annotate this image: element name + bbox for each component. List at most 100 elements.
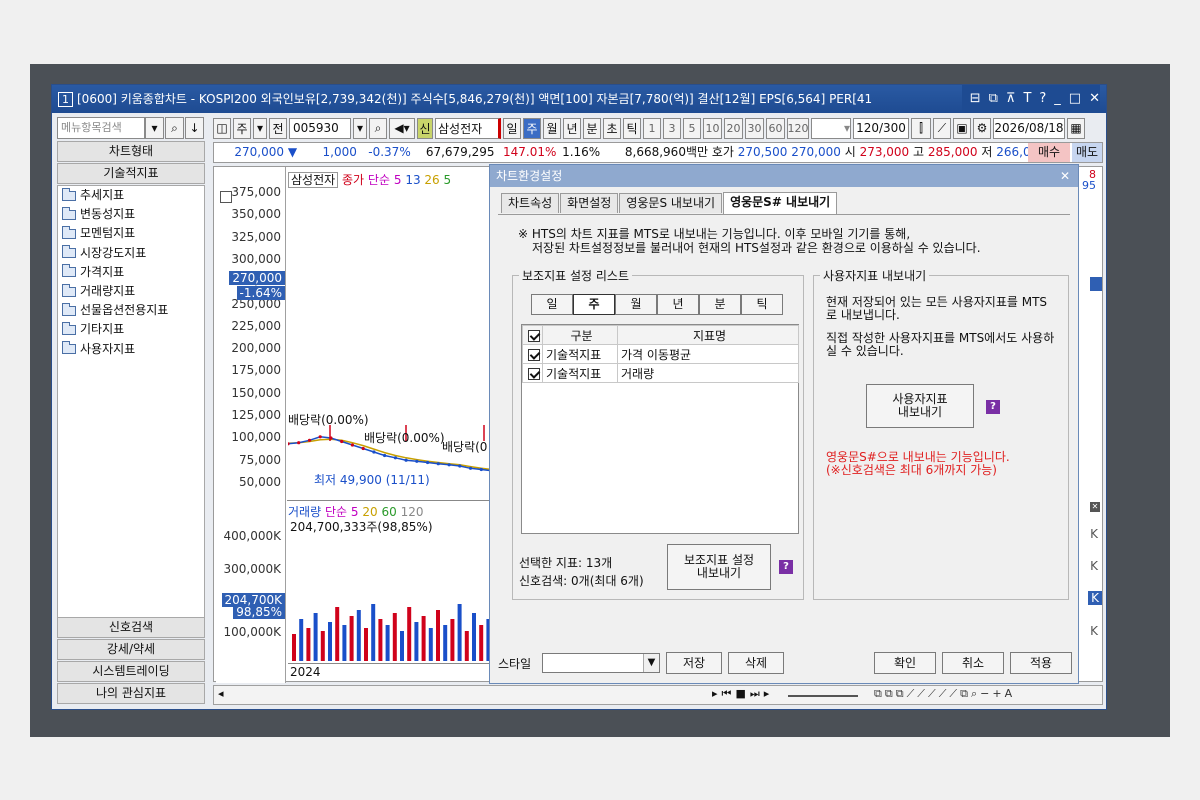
tab-export-s-sharp[interactable]: 영웅문S# 내보내기 [723, 192, 838, 214]
buy-button[interactable]: 매수 [1028, 143, 1070, 162]
menu-search-input[interactable]: 메뉴항목검색 [57, 117, 145, 139]
gear-icon[interactable]: ⚙ [973, 117, 991, 139]
tree-item[interactable]: 시장강도지표 [58, 244, 204, 263]
count-select[interactable]: ▾ [811, 117, 851, 139]
sell-button[interactable]: 매도 [1072, 143, 1102, 162]
zoom-slider[interactable] [788, 695, 858, 697]
num-5[interactable]: 5 [683, 117, 701, 139]
tech-indicator-header[interactable]: 기술적지표 [57, 163, 205, 184]
tool-icon[interactable]: ⧉ [885, 687, 893, 701]
tab-chart-props[interactable]: 차트속성 [501, 193, 560, 213]
text-size-icon[interactable]: A [1005, 687, 1013, 701]
stock-code-input[interactable]: 005930 [289, 117, 351, 139]
ok-button[interactable]: 확인 [874, 652, 936, 674]
list-period-minute[interactable]: 분 [699, 294, 741, 315]
cancel-button[interactable]: 취소 [942, 652, 1004, 674]
my-indicator-button[interactable]: 나의 관심지표 [57, 683, 205, 704]
num-120[interactable]: 120 [787, 117, 809, 139]
delete-button[interactable]: 삭제 [728, 652, 784, 674]
dropdown-icon[interactable]: ▾ [145, 117, 164, 139]
num-10[interactable]: 10 [703, 117, 722, 139]
tab-jeon[interactable]: 전 [269, 117, 287, 139]
table-row[interactable]: 기술적지표 가격 이동평균 [522, 344, 799, 364]
minus-icon[interactable]: − [980, 687, 989, 701]
calendar-icon[interactable]: ▦ [1067, 117, 1085, 139]
list-period-year[interactable]: 년 [657, 294, 699, 315]
list-period-month[interactable]: 월 [615, 294, 657, 315]
tree-item[interactable]: 거래량지표 [58, 282, 204, 301]
period-day[interactable]: 일 [503, 117, 521, 139]
text-icon[interactable]: T [1023, 85, 1031, 113]
tree-item[interactable]: 기타지표 [58, 320, 204, 339]
legend-stock[interactable]: 삼성전자 [288, 172, 339, 188]
tab-screen[interactable]: 화면설정 [560, 193, 619, 213]
layout-icon[interactable]: ◫ [213, 117, 231, 139]
list-period-week[interactable]: 주 [573, 294, 615, 315]
chart-type-header[interactable]: 차트형태 [57, 141, 205, 162]
download-icon[interactable]: ↓ [185, 117, 204, 139]
chart-scroll-bar[interactable]: ◂ ▸ ⏮ ■ ⏭ ▸ ⧉ ⧉ ⧉ ⟋ ⟋ ⟋ ⟋ ⟋ ⧉ ⌕ − + A [213, 685, 1103, 705]
tool-icon[interactable]: ⟋ [928, 687, 936, 701]
list-period-day[interactable]: 일 [531, 294, 573, 315]
period-minute[interactable]: 분 [583, 117, 601, 139]
save-icon[interactable]: ▣ [953, 117, 971, 139]
signal-search-button[interactable]: 신호검색 [57, 617, 205, 638]
chevron-down-icon[interactable]: ▾ [353, 117, 367, 139]
close-pane-icon[interactable]: ✕ [1090, 502, 1100, 512]
tree-item[interactable]: 선물옵션전용지표 [58, 301, 204, 320]
chevron-down-icon[interactable]: ▾ [253, 117, 267, 139]
tool-icon[interactable]: ⧉ [960, 687, 968, 701]
volume-plot[interactable] [288, 597, 492, 661]
system-trading-button[interactable]: 시스템트레이딩 [57, 661, 205, 682]
row-check[interactable] [522, 363, 543, 383]
list-period-tick[interactable]: 틱 [741, 294, 783, 315]
checkbox[interactable] [528, 367, 540, 380]
next-icon[interactable]: ▸ [764, 687, 770, 701]
search-icon[interactable]: ⌕ [165, 117, 184, 139]
stock-name[interactable]: 삼성전자 [435, 117, 501, 139]
period-month[interactable]: 월 [543, 117, 561, 139]
line-icon[interactable]: ⟋ [933, 117, 951, 139]
tool-icon[interactable]: ⟋ [949, 687, 957, 701]
date-field[interactable]: 2026/08/18 [993, 117, 1065, 139]
table-row[interactable]: 기술적지표 거래량 [522, 363, 799, 383]
num-60[interactable]: 60 [766, 117, 785, 139]
tree-item[interactable]: 변동성지표 [58, 205, 204, 224]
search-icon[interactable]: ⌕ [369, 117, 387, 139]
period-year[interactable]: 년 [563, 117, 581, 139]
tree-item[interactable]: 사용자지표 [58, 340, 204, 359]
plus-icon[interactable]: + [992, 687, 1001, 701]
rewind-icon[interactable]: ⏮ [722, 687, 732, 701]
num-3[interactable]: 3 [663, 117, 681, 139]
period-tick[interactable]: 틱 [623, 117, 641, 139]
tab-ju[interactable]: 주 [233, 117, 251, 139]
apply-button[interactable]: 적용 [1010, 652, 1072, 674]
checkbox[interactable] [528, 348, 540, 361]
layout-icon[interactable]: ⊟ [970, 85, 981, 113]
maximize-icon[interactable]: □ [1069, 85, 1081, 113]
checkbox[interactable] [528, 329, 540, 342]
tree-item[interactable]: 모멘텀지표 [58, 224, 204, 243]
help-icon[interactable]: ? [1039, 85, 1046, 113]
play-icon[interactable]: ▸ [712, 687, 718, 701]
tool-icon[interactable]: ⟋ [917, 687, 925, 701]
help-icon[interactable]: ? [779, 560, 793, 574]
tool-icon[interactable]: ⟋ [907, 687, 915, 701]
tool-icon[interactable]: ⟋ [939, 687, 947, 701]
export-indicator-button[interactable]: 보조지표 설정 내보내기 [667, 544, 771, 590]
tree-item[interactable]: 가격지표 [58, 263, 204, 282]
tool-icon[interactable]: ⧉ [874, 687, 882, 701]
save-button[interactable]: 저장 [666, 652, 722, 674]
speaker-icon[interactable]: ◀▾ [389, 117, 415, 139]
style-select[interactable]: ▼ [542, 653, 660, 673]
magnifier-icon[interactable]: ⌕ [971, 687, 977, 701]
num-30[interactable]: 30 [745, 117, 764, 139]
pin-icon[interactable]: ⊼ [1006, 85, 1016, 113]
scroll-left-icon[interactable]: ◂ [218, 687, 224, 700]
tab-export-s[interactable]: 영웅문S 내보내기 [619, 193, 723, 213]
forward-icon[interactable]: ⏭ [750, 687, 760, 701]
view-count[interactable]: 120/300 [853, 117, 909, 139]
strength-button[interactable]: 강세/약세 [57, 639, 205, 660]
candle-icon[interactable]: ⫿ [911, 117, 931, 139]
grid-icon[interactable] [220, 191, 232, 203]
